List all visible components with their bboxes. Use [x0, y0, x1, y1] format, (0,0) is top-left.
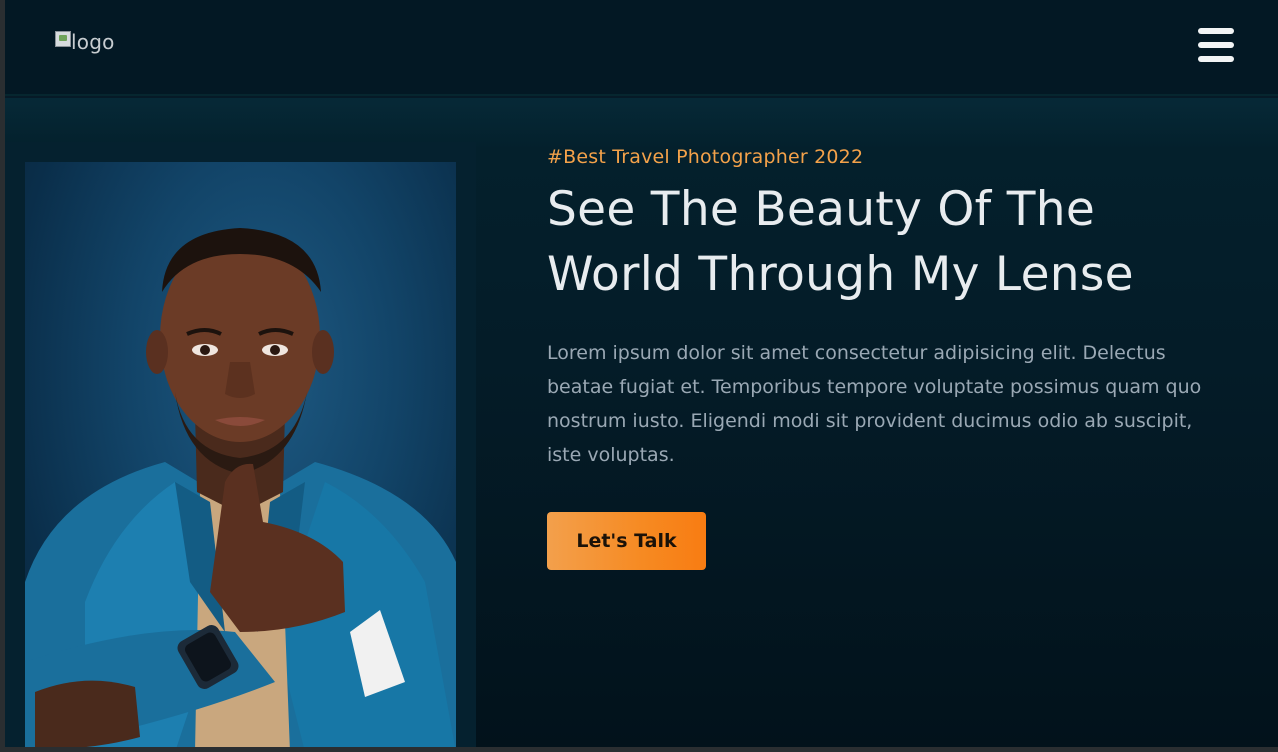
- headline-line-2: World Through My Lense: [547, 247, 1134, 302]
- hero-section: #Best Travel Photographer 2022 See The B…: [5, 98, 1278, 747]
- portrait-photo: [25, 162, 456, 747]
- headline-line-1: See The Beauty Of The: [547, 182, 1096, 237]
- menu-bar: [1198, 42, 1234, 48]
- logo-alt-text: logo: [71, 30, 115, 54]
- page-title: See The Beauty Of The World Through My L…: [547, 177, 1247, 307]
- page-frame: logo #Best Travel Photographer 2022 See …: [5, 0, 1278, 747]
- hero-description: Lorem ipsum dolor sit amet consectetur a…: [547, 342, 1202, 466]
- hamburger-icon[interactable]: [1198, 28, 1234, 62]
- broken-image-icon: [55, 31, 71, 47]
- tagline: #Best Travel Photographer 2022: [547, 146, 864, 168]
- logo-link[interactable]: logo: [55, 30, 115, 54]
- lets-talk-button[interactable]: Let's Talk: [547, 512, 706, 570]
- navbar: logo: [5, 0, 1278, 96]
- portrait-illustration: [25, 228, 456, 747]
- menu-bar: [1198, 56, 1234, 62]
- menu-bar: [1198, 28, 1234, 34]
